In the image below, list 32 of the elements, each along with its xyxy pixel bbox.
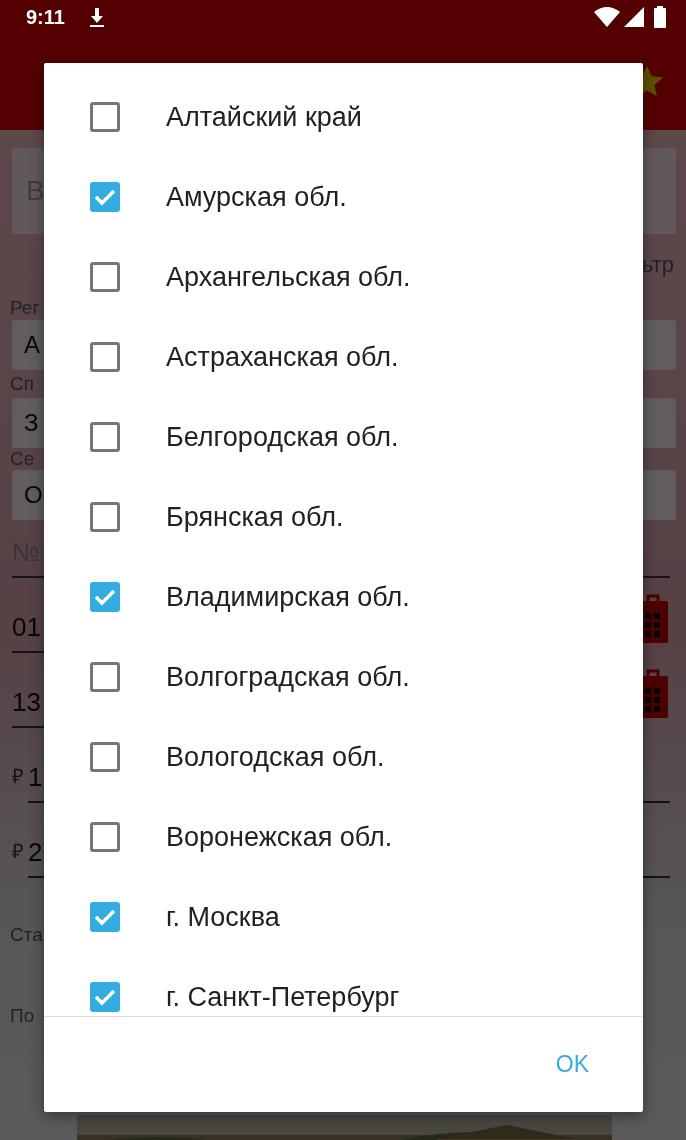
checkbox[interactable] bbox=[90, 342, 120, 372]
checkbox[interactable] bbox=[90, 262, 120, 292]
region-label[interactable]: г. Москва bbox=[166, 901, 280, 933]
currency-label: ₽ bbox=[12, 764, 24, 789]
field-label: Рег bbox=[10, 297, 40, 318]
battery-icon bbox=[654, 6, 666, 28]
region-label[interactable]: Амурская обл. bbox=[166, 181, 347, 213]
checkbox[interactable] bbox=[90, 182, 120, 212]
currency-label: ₽ bbox=[12, 839, 24, 864]
checkbox[interactable] bbox=[90, 822, 120, 852]
region-label[interactable]: Белгородская обл. bbox=[166, 421, 399, 453]
checkbox[interactable] bbox=[90, 422, 120, 452]
checkbox[interactable] bbox=[90, 102, 120, 132]
download-icon bbox=[88, 6, 105, 28]
region-label[interactable]: Алтайский край bbox=[166, 101, 362, 133]
region-label[interactable]: Воронежская обл. bbox=[166, 821, 393, 853]
region-label[interactable]: г. Санкт-Петербург bbox=[166, 981, 400, 1013]
checkbox[interactable] bbox=[90, 902, 120, 932]
region-label[interactable]: Вологодская обл. bbox=[166, 741, 385, 773]
wifi-icon bbox=[594, 7, 620, 27]
signal-icon bbox=[624, 7, 644, 27]
region-label[interactable]: Архангельская обл. bbox=[166, 261, 411, 293]
checkbox[interactable] bbox=[90, 742, 120, 772]
region-label[interactable]: Волгоградская обл. bbox=[166, 661, 410, 693]
region-label[interactable]: Владимирская обл. bbox=[166, 581, 410, 613]
checkbox[interactable] bbox=[90, 662, 120, 692]
region-label[interactable]: Астраханская обл. bbox=[166, 341, 399, 373]
region-label[interactable]: Брянская обл. bbox=[166, 501, 344, 533]
checkbox[interactable] bbox=[90, 582, 120, 612]
checkbox[interactable] bbox=[90, 982, 120, 1012]
checkbox[interactable] bbox=[90, 502, 120, 532]
status-time: 9:11 bbox=[26, 5, 65, 29]
